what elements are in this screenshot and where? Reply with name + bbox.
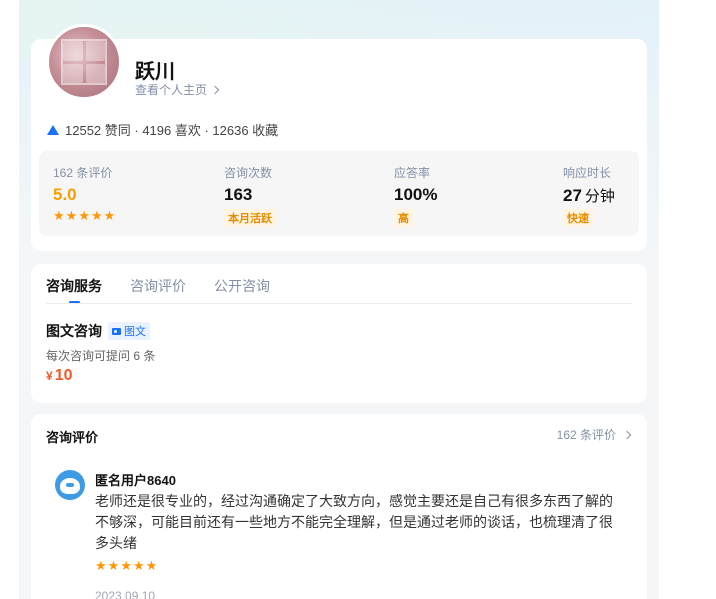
review-card: 咨询评价 162 条评价 匿名用户8640 老师还是很专业的，经过沟通确定了大致… [31, 414, 647, 599]
service-description: 每次咨询可提问 6 条 [46, 349, 156, 363]
tab-consult-service[interactable]: 咨询服务 [46, 276, 102, 304]
view-homepage-link[interactable]: 查看个人主页 [135, 81, 220, 98]
image-icon [112, 327, 121, 335]
metric-response-rate-label: 应答率 [394, 166, 431, 180]
tab-divider [46, 303, 632, 304]
service-badge-label: 图文 [124, 326, 146, 338]
service-price: ¥ 10 [46, 367, 72, 385]
chevron-right-icon [210, 85, 220, 94]
avatar[interactable] [46, 24, 122, 100]
reviewer-avatar [55, 470, 85, 500]
metrics-panel: 162 条评价 5.0 ★ ★ ★ ★ ★ 咨询次数 163 本月活跃 应答率 … [39, 151, 639, 236]
view-homepage-label: 查看个人主页 [135, 83, 208, 97]
profile-name: 跃川 [135, 61, 175, 83]
star-icon: ★ [145, 558, 158, 573]
star-icon: ★ [107, 558, 120, 573]
reviews-count: 162 条评价 [556, 428, 616, 442]
metric-response-time-unit: 分钟 [584, 188, 615, 205]
tab-bar: 咨询服务 咨询评价 公开咨询 [46, 276, 270, 304]
tab-consult-reviews[interactable]: 咨询评价 [130, 276, 186, 296]
metric-consultations-tag: 本月活跃 [224, 209, 276, 227]
rating-stars: ★ ★ ★ ★ ★ [53, 209, 115, 223]
upvote-icon [47, 124, 59, 135]
reviews-count-link[interactable]: 162 条评价 [556, 426, 632, 443]
metric-response-time-value: 27 [563, 186, 582, 205]
metric-rating-value: 5.0 [53, 185, 77, 204]
metric-consultations-label: 咨询次数 [224, 166, 273, 180]
profile-stats: 12552 赞同 · 4196 喜欢 · 12636 收藏 [47, 120, 278, 139]
metric-response-time-value-wrap: 27 分钟 [563, 185, 615, 206]
service-title: 图文咨询 [46, 323, 102, 339]
metric-consultations-value: 163 [224, 185, 253, 204]
metric-response-rate-value: 100% [394, 185, 438, 204]
reviewer-name: 匿名用户8640 [95, 473, 176, 488]
tab-public-consult[interactable]: 公开咨询 [214, 276, 270, 296]
service-badge: 图文 [108, 322, 150, 340]
service-card: 咨询服务 咨询评价 公开咨询 图文咨询 图文 每次咨询可提问 6 条 ¥ 10 [31, 264, 647, 403]
review-date: 2023.09.10 [95, 589, 156, 599]
star-icon: ★ [65, 208, 78, 223]
currency-symbol: ¥ [46, 369, 53, 383]
chevron-right-icon [622, 430, 632, 439]
star-icon: ★ [95, 558, 107, 573]
price-value: 10 [54, 367, 73, 384]
reviews-title: 咨询评价 [46, 430, 99, 445]
star-icon: ★ [132, 558, 145, 573]
star-icon: ★ [53, 208, 65, 223]
metric-response-rate-tag: 高 [394, 209, 413, 227]
star-icon: ★ [120, 558, 132, 573]
metric-response-time-tag: 快速 [563, 209, 593, 227]
profile-stats-text: 12552 赞同 · 4196 喜欢 · 12636 收藏 [65, 123, 279, 138]
service-item[interactable]: 图文咨询 图文 [46, 321, 150, 341]
review-text: 老师还是很专业的，经过沟通确定了大致方向，感觉主要还是自己有很多东西了解的不够深… [95, 493, 613, 551]
star-icon: ★ [78, 208, 90, 223]
star-icon: ★ [90, 208, 103, 223]
metric-rating-label: 162 条评价 [53, 166, 113, 180]
metric-response-time-label: 响应时长 [563, 166, 612, 180]
seal-image [61, 39, 107, 85]
star-icon: ★ [103, 208, 116, 223]
review-stars: ★ ★ ★ ★ ★ [95, 559, 157, 573]
profile-card: 跃川 查看个人主页 12552 赞同 · 4196 喜欢 · 12636 收藏 … [31, 24, 647, 251]
